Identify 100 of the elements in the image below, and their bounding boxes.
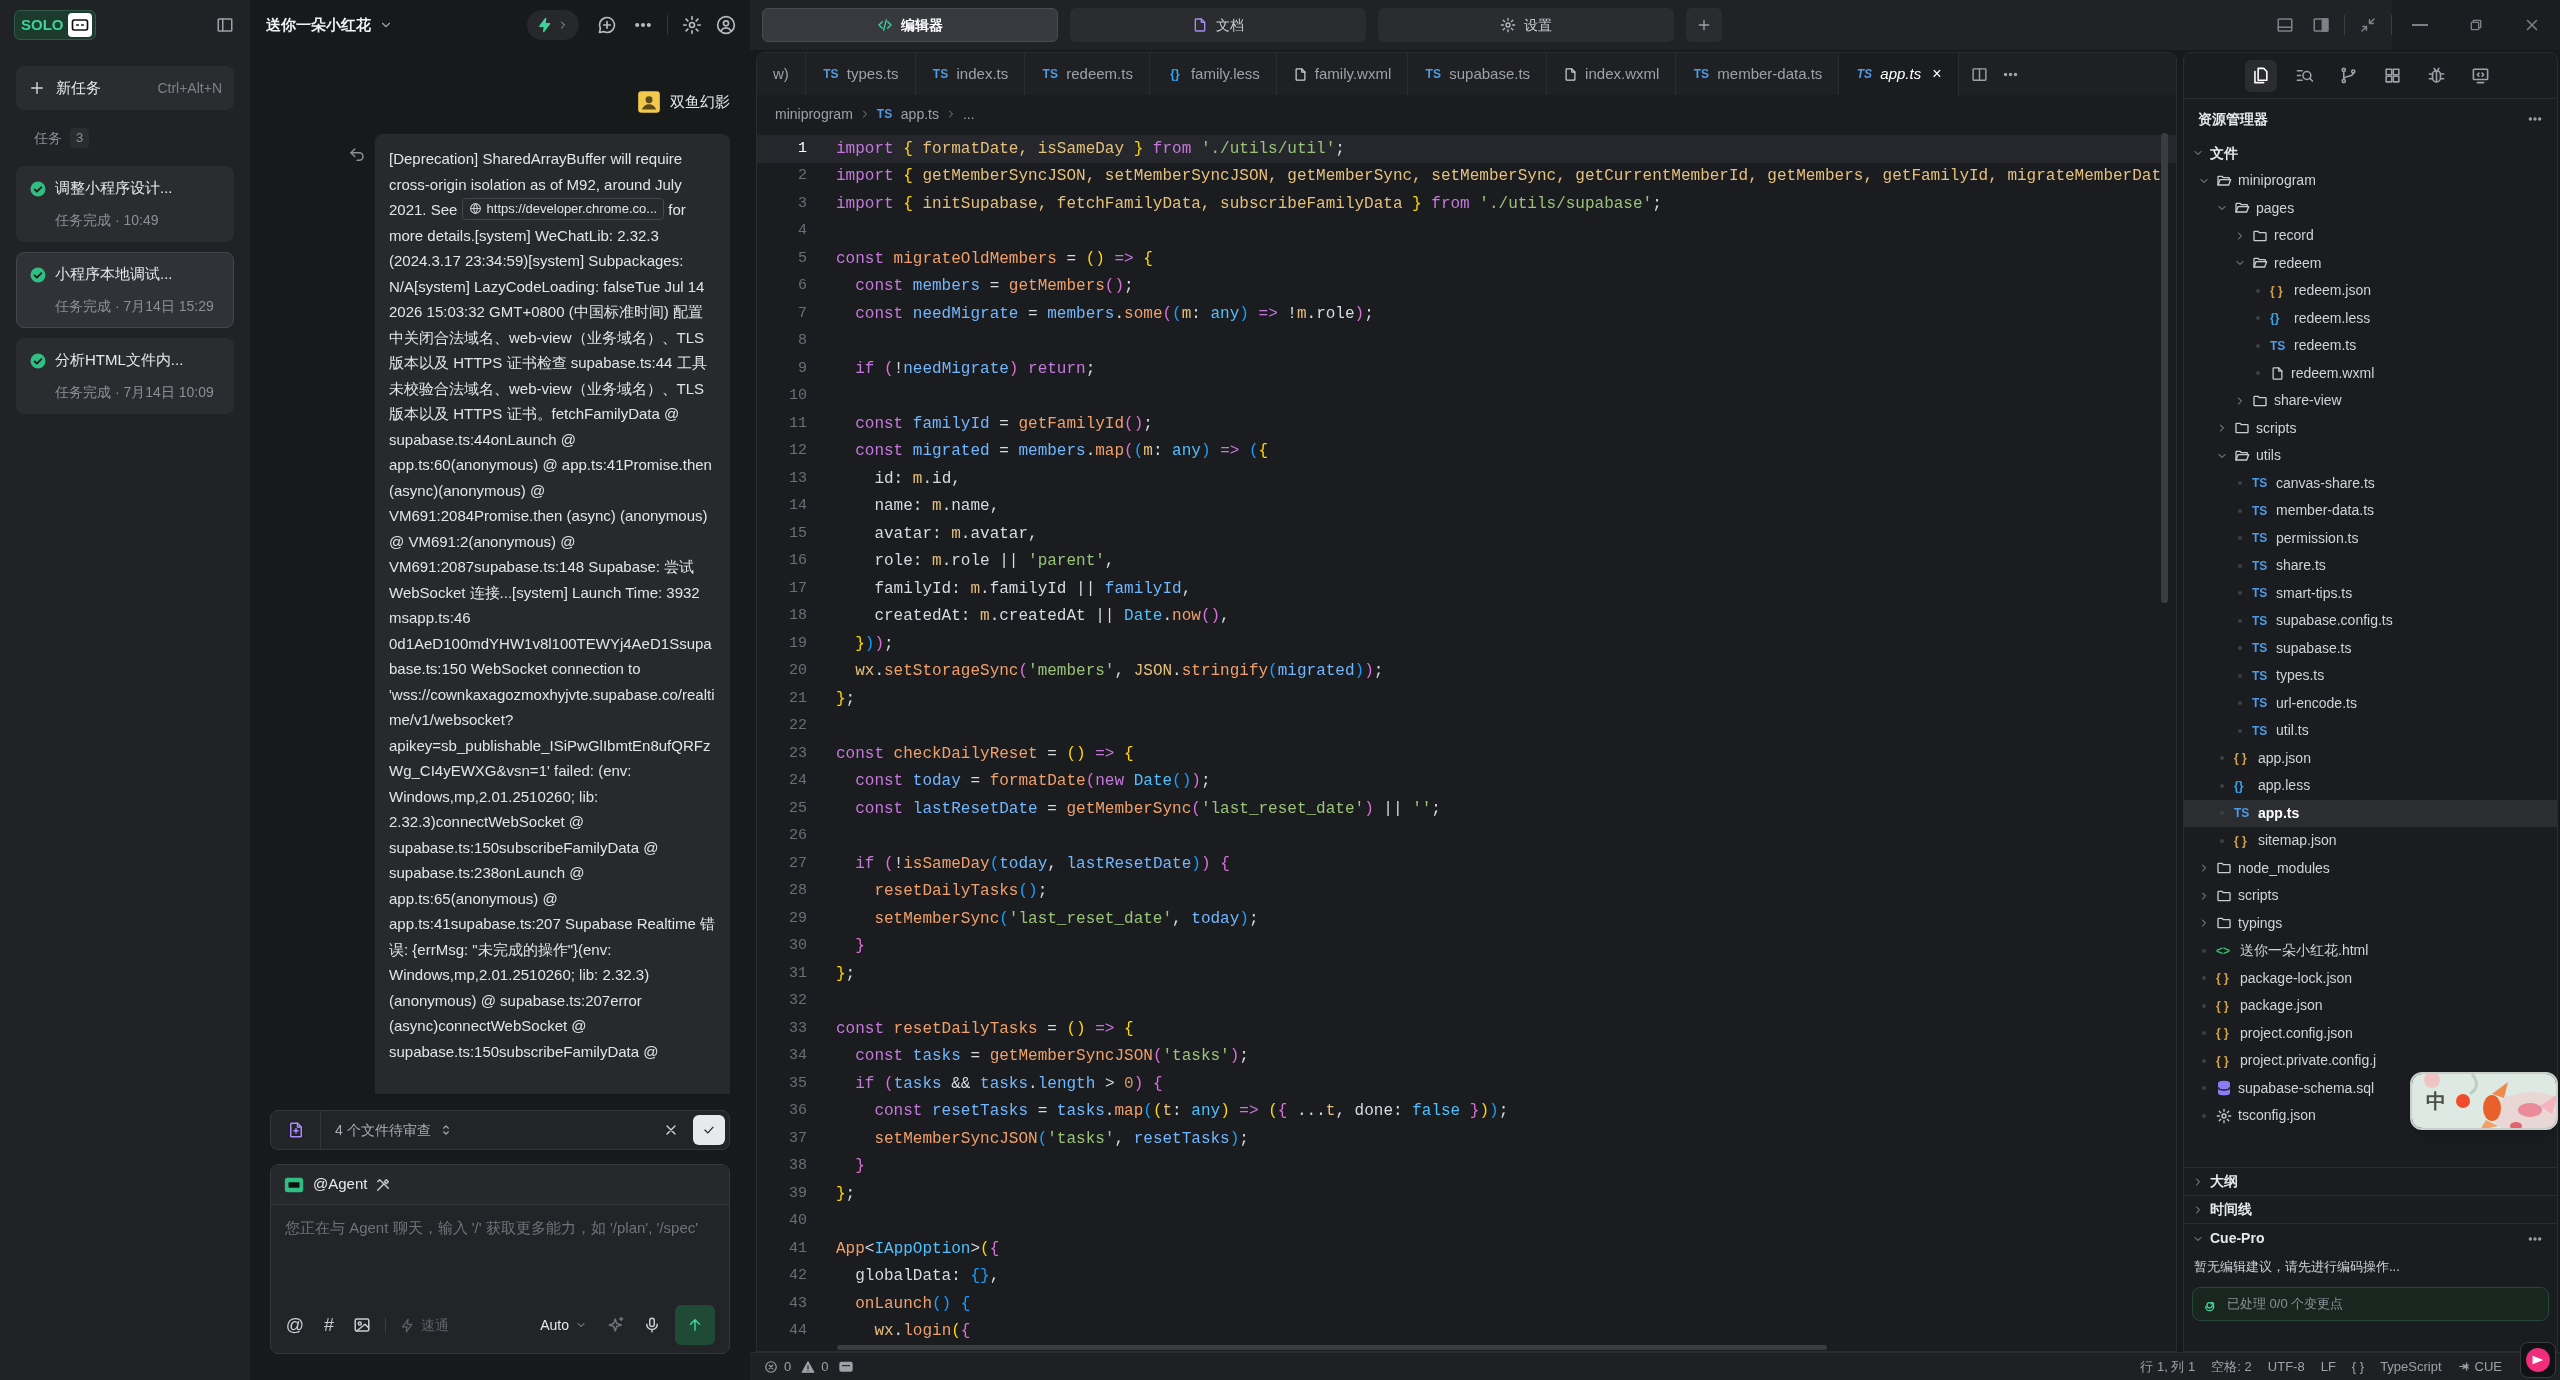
tree-item[interactable]: TS app.ts [2184, 799, 2557, 827]
file-tab[interactable]: index.wxml [1547, 53, 1677, 95]
tree-item[interactable]: TS types.ts [2184, 662, 2333, 690]
file-tab[interactable]: {} family.less [1149, 53, 1277, 95]
task-card[interactable]: 分析HTML文件内... 任务完成 · 7月14日 10:09 [16, 338, 234, 414]
add-tab-button[interactable] [1686, 8, 1722, 42]
line-number: 37 [788, 1128, 807, 1149]
microphone-icon[interactable] [643, 1316, 661, 1334]
scrollbar-thumb[interactable] [2161, 133, 2168, 603]
new-task-button[interactable]: 新任务 Ctrl+Alt+N [16, 66, 234, 110]
chat-input[interactable]: 您正在与 Agent 聊天，输入 '/' 获取更多能力，如 '/plan', '/spec' [271, 1205, 729, 1297]
view-tab[interactable]: 文档 [1070, 8, 1366, 42]
tree-item[interactable]: pages [2184, 194, 2303, 222]
assistant-button[interactable] [2520, 1342, 2556, 1378]
encoding[interactable]: UTF-8 [2267, 1356, 2305, 1377]
tree-item[interactable]: utils [2184, 442, 2289, 470]
cursor-position[interactable]: 行 1, 列 1 [2140, 1356, 2196, 1377]
tree-item[interactable]: TS permission.ts [2184, 524, 2367, 552]
breadcrumb-item[interactable]: miniprogram [775, 103, 853, 125]
sidebar-toggle-icon[interactable] [216, 16, 234, 34]
task-card[interactable]: 小程序本地调试... 任务完成 · 7月14日 15:29 [16, 252, 234, 328]
tree-item[interactable]: { } app.json [2184, 744, 2319, 772]
panel-bottom-icon[interactable] [2276, 16, 2294, 34]
activity-button[interactable] [2244, 59, 2277, 92]
link-chip[interactable]: https://developer.chrome.co... [461, 197, 665, 220]
tree-item[interactable]: TS member-data.ts [2184, 497, 2383, 525]
insert-symbol-button[interactable]: # [319, 1311, 339, 1339]
tree-item[interactable]: redeem [2184, 249, 2330, 277]
tree-item[interactable]: tsconfig.json [2184, 1102, 2324, 1130]
section-header[interactable]: Cue-Pro [2184, 1223, 2557, 1253]
tree-item[interactable]: typings [2184, 909, 2291, 937]
view-tab[interactable]: 编辑器 [762, 8, 1058, 42]
tree-item[interactable]: scripts [2184, 414, 2305, 442]
tree-item[interactable]: { } sitemap.json [2184, 827, 2345, 855]
close-tab-icon[interactable]: × [1932, 62, 1942, 86]
indent-setting[interactable]: 空格: 2 [2211, 1356, 2252, 1377]
tree-item[interactable]: {} redeem.less [2184, 304, 2379, 332]
tree-item[interactable]: TS supabase.config.ts [2184, 607, 2401, 635]
settings-icon[interactable] [682, 15, 702, 35]
file-tab[interactable]: w) [757, 53, 806, 95]
tree-item[interactable]: TS smart-tips.ts [2184, 579, 2361, 607]
new-chat-icon[interactable] [597, 15, 617, 35]
tree-item[interactable]: { } project.private.config.j [2184, 1047, 2385, 1075]
section-header[interactable]: 文件 [2184, 139, 2557, 167]
tree-item[interactable]: share-view [2184, 387, 2350, 415]
model-dropdown[interactable]: Auto [540, 1314, 587, 1336]
split-editor-icon[interactable] [1970, 65, 1988, 83]
warning-count[interactable]: 0 [821, 1356, 829, 1377]
error-icon[interactable] [764, 1359, 778, 1374]
tree-item[interactable]: redeem.wxml [2184, 359, 2383, 387]
insert-symbol-button[interactable]: @ [285, 1311, 305, 1339]
file-tab[interactable]: TS app.ts × [1839, 53, 1959, 95]
tree-item[interactable]: scripts [2184, 882, 2287, 910]
file-tab[interactable]: TS index.ts [915, 53, 1026, 95]
collapse-icon[interactable] [2359, 16, 2377, 34]
ime-toolbar[interactable]: 中 [2410, 1072, 2558, 1130]
accept-button[interactable] [693, 1115, 725, 1145]
undo-icon[interactable] [348, 146, 366, 164]
language-mode[interactable]: TypeScript [2380, 1356, 2442, 1377]
section-header[interactable]: 大纲 [2184, 1167, 2557, 1195]
tree-item[interactable]: { } redeem.json [2184, 277, 2380, 305]
task-card[interactable]: 调整小程序设计... 任务完成 · 10:49 [16, 166, 234, 242]
tree-item[interactable]: record [2184, 222, 2322, 250]
view-tab[interactable]: 设置 [1378, 8, 1674, 42]
tree-item[interactable]: supabase-schema.sql [2184, 1074, 2383, 1102]
file-tab[interactable]: TS redeem.ts [1025, 53, 1150, 95]
breadcrumb-item[interactable]: app.ts [900, 103, 939, 125]
scrollbar-thumb[interactable] [837, 1345, 1827, 1350]
error-count[interactable]: 0 [784, 1356, 792, 1377]
tree-item[interactable]: { } package.json [2184, 992, 2331, 1020]
tree-item[interactable]: <> 送你一朵小红花.html [2184, 937, 2377, 965]
sparkle-icon[interactable] [607, 1316, 625, 1334]
bracket-status[interactable]: { } [2351, 1356, 2365, 1377]
ime-mode-label[interactable]: 中 [2426, 1086, 2446, 1116]
tree-item[interactable]: { } package-lock.json [2184, 964, 2361, 992]
tree-item[interactable]: TS redeem.ts [2184, 332, 2365, 360]
line-number: 32 [788, 991, 807, 1011]
tree-item[interactable]: node_modules [2184, 854, 2338, 882]
file-tab[interactable]: family.wxml [1276, 53, 1409, 95]
cue-status[interactable]: CUE [2457, 1356, 2502, 1377]
tree-item[interactable]: TS url-encode.ts [2184, 689, 2365, 717]
tree-item[interactable]: TS supabase.ts [2184, 634, 2360, 662]
section-header[interactable]: 时间线 [2184, 1195, 2557, 1223]
tree-item[interactable]: TS util.ts [2184, 717, 2317, 745]
send-button[interactable] [675, 1305, 715, 1345]
breadcrumb-item[interactable]: ... [962, 103, 975, 125]
line-ending[interactable]: LF [2320, 1356, 2336, 1377]
account-icon[interactable] [716, 15, 736, 35]
mode-button[interactable] [527, 10, 579, 40]
tree-item[interactable]: TS share.ts [2184, 552, 2334, 580]
warning-icon[interactable] [801, 1359, 816, 1374]
tree-item[interactable]: {} app.less [2184, 772, 2319, 800]
image-icon[interactable] [353, 1316, 371, 1334]
panel-right-icon[interactable] [2312, 16, 2330, 34]
tree-item[interactable]: TS canvas-share.ts [2184, 469, 2383, 497]
tree-item[interactable]: miniprogram [2184, 167, 2324, 195]
file-tab[interactable]: TS supabase.ts [1408, 53, 1548, 95]
code-line: const needMigrate = members.some((m: any) => !m.role); [854, 303, 1374, 325]
tree-item[interactable]: { } project.config.json [2184, 1019, 2361, 1047]
file-tab[interactable]: TS types.ts [805, 53, 916, 95]
